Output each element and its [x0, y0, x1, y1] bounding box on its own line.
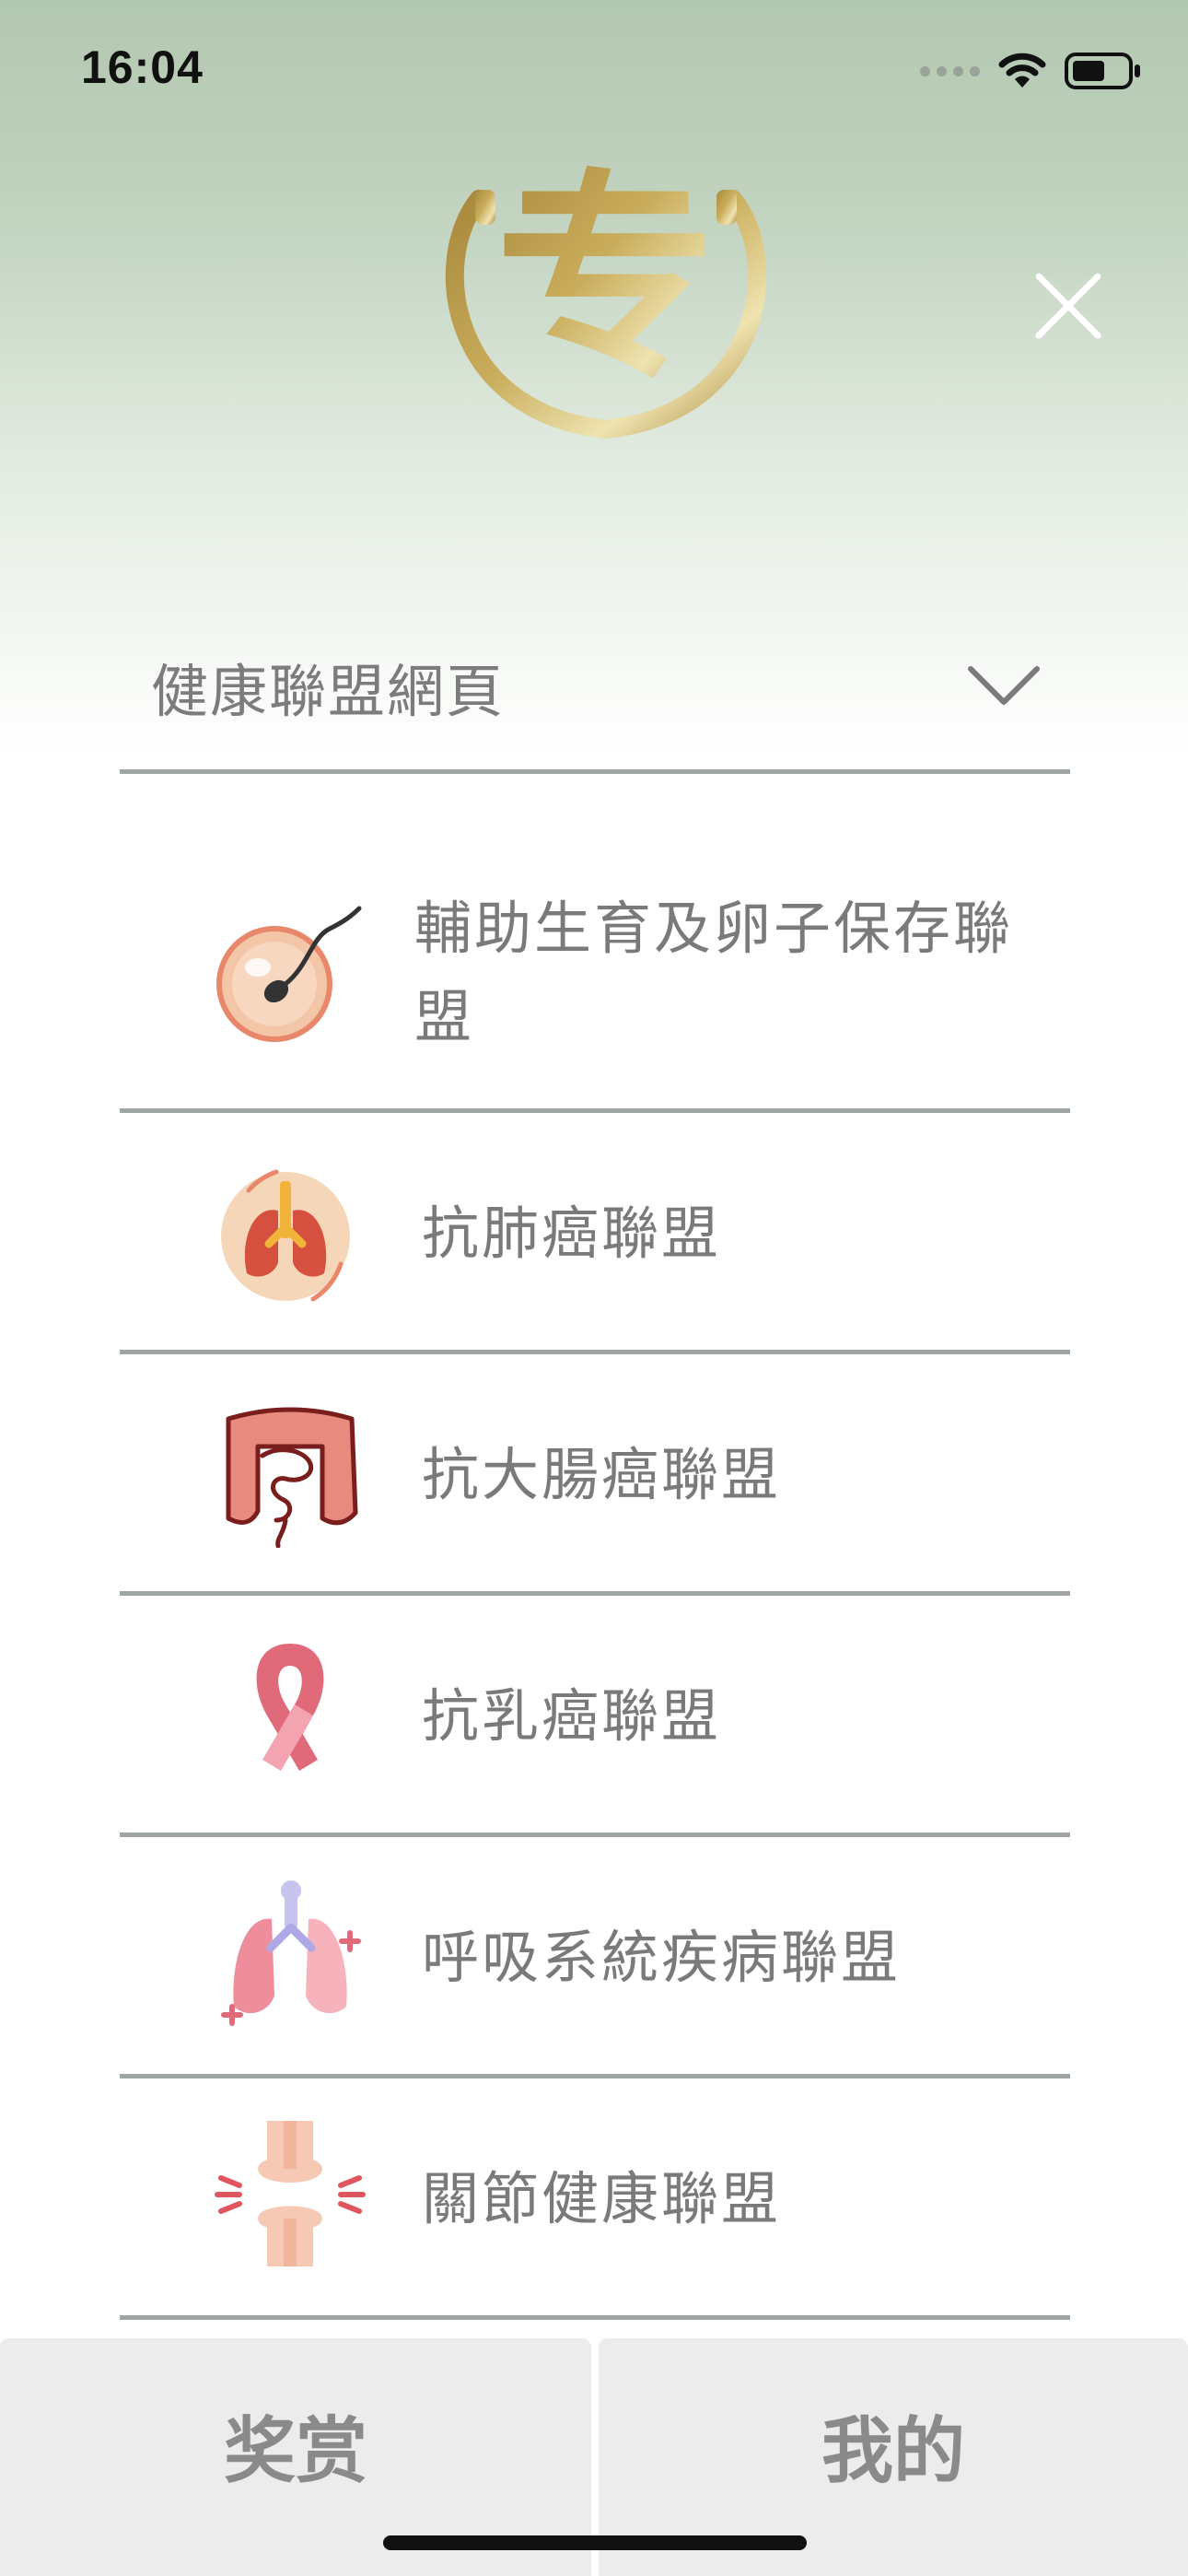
list-item-lung-cancer[interactable]: 抗肺癌聯盟: [120, 1113, 1070, 1354]
list-item-respiratory[interactable]: 呼吸系統疾病聯盟: [120, 1837, 1070, 2078]
lungs-icon: [221, 1169, 350, 1302]
list-item-label: 抗乳癌聯盟: [422, 1682, 722, 1750]
egg-sperm-icon: [216, 906, 362, 1042]
intestine-icon: [226, 1407, 358, 1548]
respiratory-icon: [221, 1880, 361, 2026]
alliance-dropdown[interactable]: 健康聯盟網頁: [120, 617, 1070, 774]
battery-icon: [1065, 53, 1140, 89]
brand-logo: 专: [446, 150, 766, 439]
dropdown-selected-label: 健康聯盟網頁: [151, 658, 506, 725]
pink-ribbon-icon: [256, 1644, 324, 1771]
list-item-label: 關節健康聯盟: [422, 2165, 782, 2232]
list-item-colorectal-cancer[interactable]: 抗大腸癌聯盟: [120, 1354, 1070, 1596]
list-item-joint-health[interactable]: 關節健康聯盟: [120, 2078, 1070, 2320]
list-item-label: 呼吸系統疾病聯盟: [422, 1924, 902, 1991]
list-item-fertility[interactable]: 輔助生育及卵子保存聯盟: [120, 829, 1070, 1113]
chevron-down-icon: [968, 666, 1040, 705]
joint-icon: [215, 2121, 366, 2266]
close-icon[interactable]: [1030, 267, 1107, 345]
list-item-label: 輔助生育及卵子保存聯盟: [414, 895, 1014, 1050]
alliance-list: 輔助生育及卵子保存聯盟 抗肺癌聯盟 抗大腸癌聯盟 抗乳癌聯盟 呼吸系統疾病聯盟 …: [120, 829, 1070, 2320]
status-indicators: [920, 48, 1142, 94]
list-item-breast-cancer[interactable]: 抗乳癌聯盟: [120, 1596, 1070, 1837]
list-item-label: 抗肺癌聯盟: [422, 1200, 722, 1267]
svg-text:专: 专: [495, 150, 716, 408]
status-time: 16:04: [81, 41, 204, 93]
home-indicator[interactable]: [383, 2535, 807, 2550]
wifi-icon: [998, 53, 1046, 88]
list-item-label: 抗大腸癌聯盟: [422, 1441, 782, 1508]
cellular-signal-icon: [920, 65, 980, 76]
